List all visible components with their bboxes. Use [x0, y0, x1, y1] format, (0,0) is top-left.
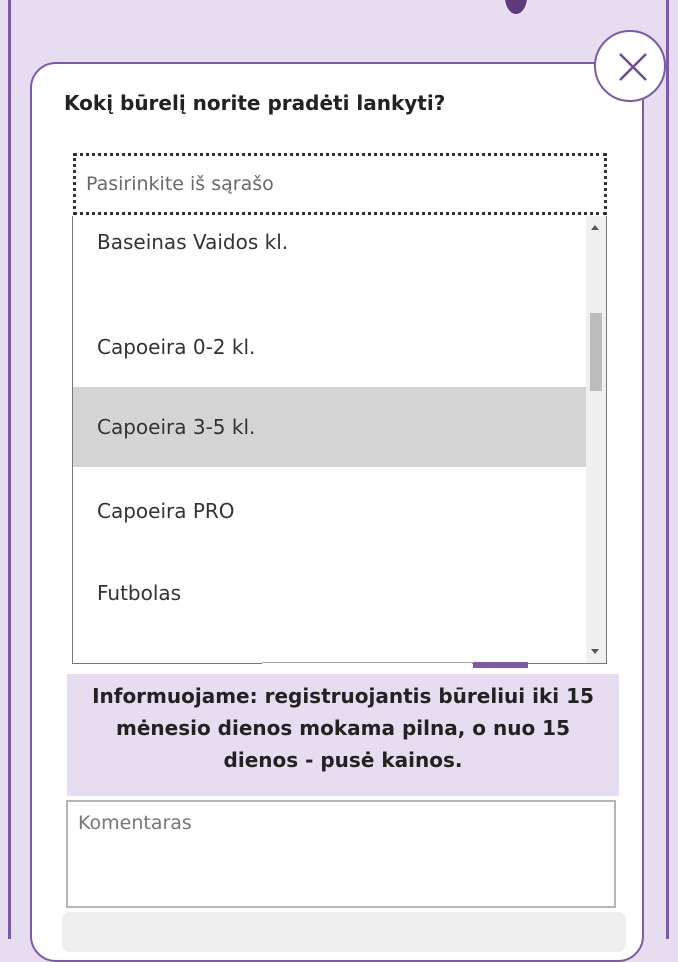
option-item[interactable]: Baseinas Vaidos kl.: [73, 216, 587, 282]
option-item[interactable]: Futbolas: [73, 553, 587, 633]
underlying-button-edge: [473, 662, 528, 668]
scroll-up-arrow-icon[interactable]: [591, 225, 599, 230]
scroll-down-arrow-icon[interactable]: [591, 649, 599, 654]
club-search-input[interactable]: [84, 168, 588, 200]
option-item[interactable]: Capoeira 0-2 kl.: [73, 307, 587, 387]
close-icon: [619, 53, 647, 81]
frame-left-border: [8, 0, 11, 939]
info-notice: Informuojame: registruojantis būreliui i…: [67, 674, 619, 796]
question-label: Kokį būrelį norite pradėti lankyti?: [64, 91, 446, 115]
club-select[interactable]: [73, 153, 607, 215]
frame-right-border: [666, 0, 669, 939]
next-section-box: [62, 912, 626, 952]
options-scrollbar[interactable]: [586, 216, 606, 663]
comment-field[interactable]: [66, 800, 616, 908]
close-button[interactable]: [594, 30, 666, 102]
option-item[interactable]: Capoeira PRO: [73, 471, 587, 551]
underlying-field-edge: [262, 662, 472, 669]
club-options-list[interactable]: Baseinas Vaidos kl. Capoeira 0-2 kl. Cap…: [72, 216, 607, 664]
scrollbar-thumb[interactable]: [590, 313, 602, 391]
decorative-shape: [505, 0, 527, 14]
option-item-selected[interactable]: Capoeira 3-5 kl.: [73, 387, 587, 467]
